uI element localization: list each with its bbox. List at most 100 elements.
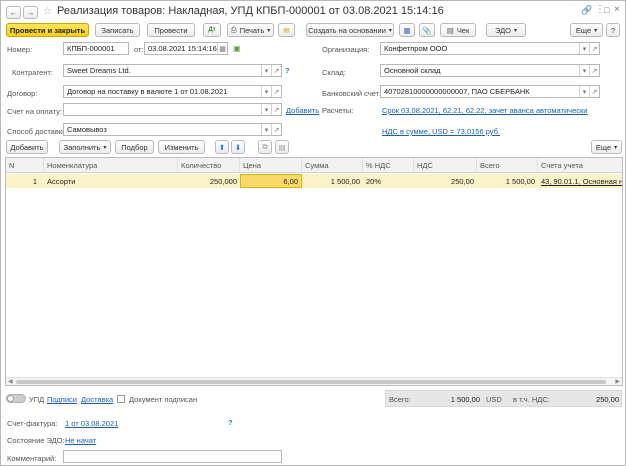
paperclip-icon: 📎 [422,25,432,35]
signatures-link[interactable]: Подписи [47,395,77,404]
favorite-icon[interactable]: ☆ [43,6,52,17]
horizontal-scrollbar[interactable]: ◀ ▶ [6,377,622,385]
post-and-close-button[interactable]: Провести и закрыть [6,23,89,37]
help-button[interactable]: ? [606,23,620,37]
chevron-down-icon[interactable]: ▾ [261,86,271,97]
row-vat-rate[interactable]: 20% [363,174,414,188]
move-down-button[interactable]: ⬇ [231,140,245,154]
chevron-down-icon[interactable]: ▾ [579,86,589,97]
chevron-down-icon[interactable]: ▾ [579,43,589,54]
column-header-quantity[interactable]: Количество [178,158,240,173]
open-icon[interactable]: ↗ [271,65,281,76]
warehouse-field[interactable]: Основной склад ▾ ↗ [380,64,600,77]
chevron-down-icon: ▾ [267,27,271,34]
chevron-down-icon[interactable]: ▾ [261,104,271,115]
table-row[interactable]: 1 Ассорти 250,000 6,00 1 500,00 20% 250,… [6,174,622,188]
add-invoice-link[interactable]: Добавить [286,106,319,115]
goods-table: N Номенклатура Количество Цена Сумма % Н… [5,157,623,386]
scroll-left-icon[interactable]: ◀ [8,378,13,385]
open-icon[interactable]: ↗ [271,104,281,115]
email-button[interactable]: ✉ [278,23,295,37]
edo-state-link[interactable]: Не начат [65,436,96,445]
settlements-link[interactable]: Срок 03.08.2021, 62.21, 62.22, зачет ава… [382,106,587,115]
row-sum[interactable]: 1 500,00 [302,174,363,188]
change-button[interactable]: Изменить [158,140,205,154]
delivery-link[interactable]: Доставка [81,395,113,404]
delivery-method-label: Способ доставки: [7,127,69,136]
open-icon[interactable]: ↗ [589,65,599,76]
row-quantity[interactable]: 250,000 [178,174,240,188]
contract-field[interactable]: Договор на поставку в валюте 1 от 01.08.… [63,85,282,98]
lock-status-icon[interactable]: ▣ [233,44,241,53]
link-icon[interactable]: 🔗 [581,5,592,16]
chevron-down-icon[interactable]: ▾ [261,65,271,76]
column-header-price[interactable]: Цена [240,158,302,173]
row-price[interactable]: 6,00 [240,174,302,188]
print-label: Печать [239,25,265,35]
print-button[interactable]: ⎙ Печать ▾ [227,23,274,37]
date-field[interactable]: 03.08.2021 15:14:16 ▦ [144,42,228,55]
document-signed-checkbox[interactable] [117,395,125,403]
comment-field[interactable] [63,450,282,463]
delivery-method-field[interactable]: Самовывоз ▾ ↗ [63,123,282,136]
upd-toggle[interactable] [6,394,26,403]
table-more-button[interactable]: Еще ▾ [591,140,622,154]
column-header-accounts[interactable]: Счета учета [538,158,622,173]
vat-link[interactable]: НДС в сумме, USD = 73,0156 руб. [382,127,500,136]
counterparty-field[interactable]: Sweet Dreams Ltd. ▾ ↗ [63,64,282,77]
column-header-sum[interactable]: Сумма [302,158,363,173]
add-row-button[interactable]: Добавить [6,140,48,154]
organization-field[interactable]: Конфетпром ООО ▾ ↗ [380,42,600,55]
more-button[interactable]: Еще ▾ [570,23,603,37]
maximize-icon[interactable]: □ [604,5,609,15]
open-icon[interactable]: ↗ [589,43,599,54]
row-total[interactable]: 1 500,00 [477,174,538,188]
forward-button[interactable]: → [23,6,38,19]
row-item[interactable]: Ассорти [44,174,178,188]
scrollbar-thumb[interactable] [16,380,606,384]
counterparty-help-icon[interactable]: ? [285,66,290,75]
column-header-total[interactable]: Всего [477,158,538,173]
invoice-help-icon[interactable]: ? [228,418,233,427]
edo-label: ЭДО [494,25,512,35]
chevron-down-icon[interactable]: ▾ [579,65,589,76]
invoice-doc-link[interactable]: 1 от 03.08.2021 [65,419,118,428]
column-header-n[interactable]: N [6,158,44,173]
column-header-vat-rate[interactable]: % НДС [363,158,414,173]
fill-button[interactable]: Заполнить ▾ [59,140,111,154]
dt-kt-button[interactable]: Дт [203,23,221,37]
number-field[interactable]: КПБП-000001 [63,42,129,55]
paste-row-button[interactable]: ▤ [275,140,289,154]
row-vat[interactable]: 250,00 [414,174,477,188]
edo-button[interactable]: ЭДО ▾ [486,23,526,37]
scroll-right-icon[interactable]: ▶ [615,378,620,385]
open-icon[interactable]: ↗ [271,86,281,97]
calendar-icon[interactable]: ▦ [217,43,227,54]
payment-invoice-field[interactable]: ▾ ↗ [63,103,282,116]
save-button[interactable]: Записать [95,23,140,37]
attach-button[interactable]: 📎 [419,23,435,37]
copy-row-button[interactable]: ⧉ [258,140,272,154]
create-based-on-button[interactable]: Создать на основании ▾ [306,23,394,37]
row-accounts-link[interactable]: 43, 90.01.1, Основная но [538,174,622,188]
receipt-button[interactable]: ▤ Чек [440,23,476,37]
hierarchy-icon: ▦ [403,25,411,35]
post-button[interactable]: Провести [147,23,195,37]
close-icon[interactable]: × [614,4,620,15]
bank-account-field[interactable]: 40702810000000000007, ПАО СБЕРБАНК ▾ ↗ [380,85,600,98]
date-value: 03.08.2021 15:14:16 [148,44,217,53]
column-header-item[interactable]: Номенклатура [44,158,178,173]
totals-panel: Всего: 1 500,00 USD в т.ч. НДС: 250,00 [385,390,622,407]
open-icon[interactable]: ↗ [271,124,281,135]
structure-button[interactable]: ▦ [399,23,415,37]
total-value: 1 500,00 [450,395,480,404]
pick-button[interactable]: Подбор [115,140,154,154]
toggle-knob [7,395,14,402]
chevron-down-icon[interactable]: ▾ [261,124,271,135]
column-header-vat[interactable]: НДС [414,158,477,173]
arrow-right-icon: → [26,8,35,17]
open-icon[interactable]: ↗ [589,86,599,97]
arrow-up-icon: ⬆ [218,142,226,152]
move-up-button[interactable]: ⬆ [215,140,229,154]
back-button[interactable]: ← [6,6,21,19]
